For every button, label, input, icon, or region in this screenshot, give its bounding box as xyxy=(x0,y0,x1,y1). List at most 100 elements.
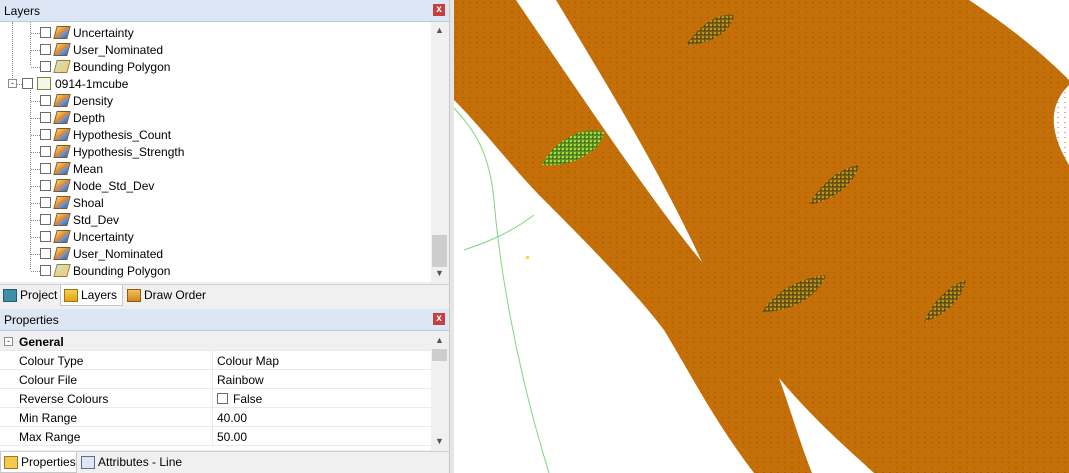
left-dock: Layers x Uncertainty User_Nominated Boundi… xyxy=(0,0,449,473)
property-value: False xyxy=(233,392,263,406)
property-row[interactable]: Colour File Rainbow xyxy=(0,370,431,389)
reverse-colours-checkbox[interactable] xyxy=(217,393,228,404)
property-value[interactable]: 50.00 xyxy=(217,430,247,444)
tree-layer-node[interactable]: Hypothesis_Strength xyxy=(0,143,431,160)
tree-guide-line xyxy=(31,203,40,204)
tree-guide-line xyxy=(31,186,40,187)
property-group-label: General xyxy=(19,335,64,349)
layers-scroll-thumb[interactable] xyxy=(432,235,447,267)
tree-group-node[interactable]: - 0914-1mcube xyxy=(0,75,431,92)
layer-visibility-checkbox[interactable] xyxy=(40,61,51,72)
tab-attributes-line[interactable]: Attributes - Line xyxy=(78,452,186,473)
property-value[interactable]: 40.00 xyxy=(217,411,247,425)
map-view[interactable] xyxy=(454,0,1069,473)
property-row[interactable]: Max Range 50.00 xyxy=(0,427,431,446)
tree-guide-line xyxy=(31,135,40,136)
properties-scroll-thumb[interactable] xyxy=(432,349,447,361)
layer-visibility-checkbox[interactable] xyxy=(22,78,33,89)
layer-visibility-checkbox[interactable] xyxy=(40,44,51,55)
tree-layer-node[interactable]: Uncertainty xyxy=(0,228,431,245)
tree-layer-node[interactable]: Uncertainty xyxy=(0,24,431,41)
tree-layer-node[interactable]: Mean xyxy=(0,160,431,177)
tree-layer-node[interactable]: Density xyxy=(0,92,431,109)
layer-visibility-checkbox[interactable] xyxy=(40,180,51,191)
column-divider xyxy=(212,370,213,389)
property-value[interactable]: Colour Map xyxy=(217,354,279,368)
layer-visibility-checkbox[interactable] xyxy=(40,197,51,208)
layer-visibility-checkbox[interactable] xyxy=(40,129,51,140)
layer-visibility-checkbox[interactable] xyxy=(40,112,51,123)
layer-visibility-checkbox[interactable] xyxy=(40,27,51,38)
property-key: Colour Type xyxy=(19,354,84,368)
layers-scrollbar[interactable]: ▲ ▼ xyxy=(431,22,448,282)
layer-visibility-checkbox[interactable] xyxy=(40,265,51,276)
properties-panel-title: Properties xyxy=(4,313,59,327)
column-divider xyxy=(212,427,213,446)
tree-layer-node[interactable]: Depth xyxy=(0,109,431,126)
tab-draw-order-label: Draw Order xyxy=(144,288,207,302)
layer-visibility-checkbox[interactable] xyxy=(40,231,51,242)
collapse-icon[interactable]: - xyxy=(8,79,17,88)
property-key: Colour File xyxy=(19,373,78,387)
properties-scrollbar[interactable]: ▲ ▼ xyxy=(431,332,448,450)
polygon-layer-icon xyxy=(53,60,71,73)
scroll-up-icon[interactable]: ▲ xyxy=(431,332,448,349)
polygon-layer-icon xyxy=(53,264,71,277)
tree-layer-node[interactable]: Hypothesis_Count xyxy=(0,126,431,143)
tab-project[interactable]: Project xyxy=(0,285,60,306)
layer-label: Std_Dev xyxy=(73,213,120,227)
tree-guide-line xyxy=(31,254,40,255)
tab-draw-order[interactable]: Draw Order xyxy=(124,285,214,306)
bottom-tabbar: Properties Attributes - Line xyxy=(0,451,449,473)
raster-layer-icon xyxy=(53,111,71,124)
tree-guide-line xyxy=(31,118,40,119)
tree-guide-line xyxy=(31,33,40,34)
scroll-down-icon[interactable]: ▼ xyxy=(431,433,448,450)
tab-properties[interactable]: Properties xyxy=(0,452,77,473)
layer-visibility-checkbox[interactable] xyxy=(40,214,51,225)
raster-layer-icon xyxy=(53,213,71,226)
tab-attributes-line-label: Attributes - Line xyxy=(98,455,183,469)
raster-layer-icon xyxy=(53,94,71,107)
tree-layer-node[interactable]: Shoal xyxy=(0,194,431,211)
property-row[interactable]: Min Range 40.00 xyxy=(0,408,431,427)
layers-tree: Uncertainty User_Nominated Bounding Polygo… xyxy=(0,22,431,282)
tab-properties-label: Properties xyxy=(21,455,76,469)
property-value[interactable]: Rainbow xyxy=(217,373,264,387)
tree-layer-node[interactable]: Bounding Polygon xyxy=(0,58,431,75)
tree-layer-node[interactable]: User_Nominated xyxy=(0,41,431,58)
tree-layer-node[interactable]: Node_Std_Dev xyxy=(0,177,431,194)
layer-label: User_Nominated xyxy=(73,247,164,261)
layer-visibility-checkbox[interactable] xyxy=(40,248,51,259)
layers-close-icon[interactable]: x xyxy=(433,4,445,16)
tree-guide-line xyxy=(31,101,40,102)
raster-layer-icon xyxy=(53,196,71,209)
properties-close-icon[interactable]: x xyxy=(433,313,445,325)
tree-guide-line xyxy=(31,237,40,238)
tree-guide-line xyxy=(31,50,40,51)
layer-visibility-checkbox[interactable] xyxy=(40,163,51,174)
raster-layer-icon xyxy=(53,179,71,192)
depth-texture xyxy=(454,0,1069,473)
layer-visibility-checkbox[interactable] xyxy=(40,146,51,157)
layer-label: Bounding Polygon xyxy=(73,264,171,278)
layer-label: Mean xyxy=(73,162,104,176)
column-divider xyxy=(212,389,213,408)
tree-layer-node[interactable]: User_Nominated xyxy=(0,245,431,262)
properties-panel-header: Properties x xyxy=(0,309,449,331)
layer-label: 0914-1mcube xyxy=(55,77,129,91)
scroll-up-icon[interactable]: ▲ xyxy=(431,22,448,39)
layer-visibility-checkbox[interactable] xyxy=(40,95,51,106)
tree-guide-line xyxy=(31,67,40,68)
tree-layer-node[interactable]: Bounding Polygon xyxy=(0,262,431,279)
property-row[interactable]: Reverse Colours False xyxy=(0,389,431,408)
property-row[interactable]: Colour Type Colour Map xyxy=(0,351,431,370)
tree-layer-node[interactable]: Std_Dev xyxy=(0,211,431,228)
property-group-general[interactable]: - General xyxy=(0,332,431,351)
scroll-down-icon[interactable]: ▼ xyxy=(431,265,448,282)
layer-label: Bounding Polygon xyxy=(73,60,171,74)
tab-layers[interactable]: Layers xyxy=(60,285,123,306)
layers-panel-title: Layers xyxy=(4,4,41,18)
project-icon xyxy=(3,289,17,302)
collapse-icon[interactable]: - xyxy=(4,337,13,346)
